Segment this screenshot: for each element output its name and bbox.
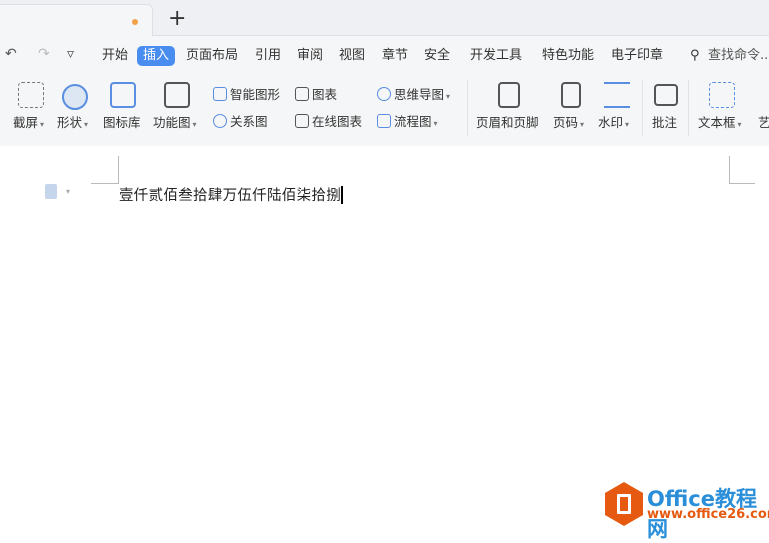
watermark-button[interactable]: 水印 ▾ (598, 112, 629, 131)
relation-chart-label: 关系图 (230, 114, 268, 129)
relation-chart-icon (213, 114, 227, 128)
search-icon[interactable]: ⚲ (690, 46, 700, 66)
smart-art-button[interactable]: 智能图形 (213, 84, 280, 103)
margin-marker (729, 156, 755, 184)
chart-button[interactable]: 图表 (295, 84, 337, 103)
text-cursor (341, 186, 343, 204)
chevron-down-icon[interactable]: ▾ (66, 187, 70, 196)
search-command[interactable]: 查找命令... (708, 46, 769, 66)
flowchart-icon (377, 114, 391, 128)
divider (688, 80, 689, 136)
page-number-button[interactable]: 页码 ▾ (553, 112, 584, 131)
text-content: 壹仟贰佰叁拾肆万伍仟陆佰柒拾捌 (119, 188, 341, 204)
tab-view[interactable]: 视图 (339, 46, 365, 66)
smart-art-label: 智能图形 (230, 87, 281, 102)
divider (467, 80, 468, 136)
tab-insert[interactable]: 插入 (137, 46, 176, 66)
watermark-label: 水印 (598, 115, 624, 130)
unsaved-dot (132, 19, 138, 25)
online-chart-button[interactable]: 在线图表 (295, 111, 362, 130)
watermark-icon[interactable] (604, 82, 630, 108)
page-number-label: 页码 (553, 115, 579, 130)
customize-icon[interactable]: ▿ (67, 46, 74, 62)
screenshot-icon[interactable] (18, 82, 44, 108)
document-page[interactable] (0, 146, 769, 531)
shape-button[interactable]: 形状 ▾ (57, 112, 88, 131)
paragraph-icon[interactable] (45, 184, 57, 199)
tab-home[interactable]: 开始 (102, 46, 128, 66)
online-chart-label: 在线图表 (312, 114, 363, 129)
function-chart-icon[interactable] (164, 82, 190, 108)
header-footer-button[interactable]: 页眉和页脚 (476, 112, 539, 131)
bar-chart-icon (295, 87, 309, 101)
new-tab-button[interactable]: + (168, 6, 186, 31)
relation-chart-button[interactable]: 关系图 (213, 111, 268, 130)
tab-developer[interactable]: 开发工具 (470, 46, 522, 66)
art-text-button[interactable]: 艺 (758, 112, 769, 131)
page-number-icon[interactable] (561, 82, 581, 108)
mindmap-button[interactable]: 思维导图 ▾ (377, 84, 450, 103)
function-chart-label: 功能图 (153, 115, 191, 130)
icon-library-button[interactable]: 图标库 (103, 112, 141, 131)
smart-art-icon (213, 87, 227, 101)
screenshot-button[interactable]: 截屏 ▾ (13, 112, 44, 131)
header-footer-icon[interactable] (498, 82, 520, 108)
screenshot-label: 截屏 (13, 115, 39, 130)
logo-url: www.office26.com (647, 507, 769, 522)
tab-e-seal[interactable]: 电子印章 (611, 46, 663, 66)
shape-label: 形状 (57, 115, 83, 130)
tab-security[interactable]: 安全 (424, 46, 450, 66)
textbox-button[interactable]: 文本框 ▾ (698, 112, 742, 131)
undo-icon[interactable]: ↶ (5, 46, 17, 62)
mindmap-icon (377, 87, 391, 101)
icon-library-icon[interactable] (110, 82, 136, 108)
flowchart-button[interactable]: 流程图 ▾ (377, 111, 438, 130)
tab-references[interactable]: 引用 (255, 46, 281, 66)
tab-features[interactable]: 特色功能 (542, 46, 594, 66)
divider (642, 80, 643, 136)
comment-button[interactable]: 批注 (652, 112, 677, 131)
tab-layout[interactable]: 页面布局 (186, 46, 238, 66)
flowchart-label: 流程图 (394, 114, 432, 129)
document-tab[interactable] (0, 4, 153, 36)
online-chart-icon (295, 114, 309, 128)
function-chart-button[interactable]: 功能图 ▾ (153, 112, 197, 131)
redo-icon[interactable]: ↷ (38, 46, 50, 62)
tab-section[interactable]: 章节 (382, 46, 408, 66)
tab-review[interactable]: 审阅 (297, 46, 323, 66)
shape-icon[interactable] (62, 84, 88, 110)
margin-marker (91, 156, 119, 184)
textbox-icon[interactable] (709, 82, 735, 108)
comment-icon[interactable] (654, 84, 678, 106)
mindmap-label: 思维导图 (394, 87, 445, 102)
tab-bar: + (0, 0, 769, 36)
textbox-label: 文本框 (698, 115, 736, 130)
document-text[interactable]: 壹仟贰佰叁拾肆万伍仟陆佰柒拾捌 (119, 184, 343, 205)
chart-label: 图表 (312, 87, 338, 102)
